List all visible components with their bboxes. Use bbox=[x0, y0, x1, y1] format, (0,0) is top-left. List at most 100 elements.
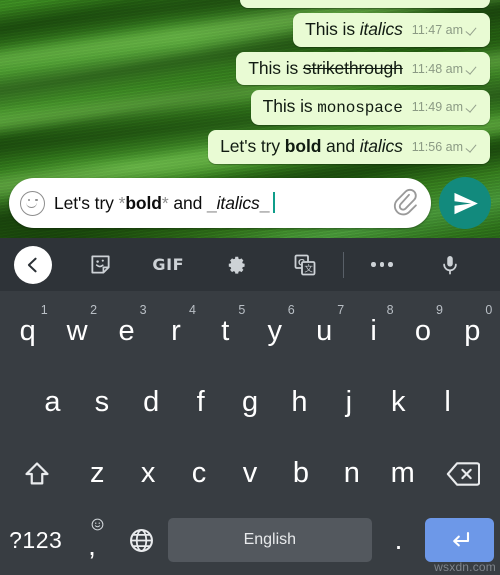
message-bubble[interactable]: This is strikethrough 11:48 am bbox=[236, 51, 490, 86]
send-icon bbox=[453, 192, 478, 214]
key-label: y bbox=[267, 315, 282, 347]
smiley-icon[interactable] bbox=[20, 190, 45, 216]
message-timestamp: 11:56 am bbox=[411, 140, 463, 155]
key-q[interactable]: 1q bbox=[3, 296, 52, 367]
key-label: p bbox=[464, 315, 481, 347]
key-label: r bbox=[171, 315, 181, 347]
message-timestamp: 11:48 am bbox=[411, 61, 463, 76]
input-segment: * bbox=[161, 193, 169, 213]
symbols-key[interactable]: ?123 bbox=[6, 509, 65, 571]
message-bubble[interactable]: This is monospace 11:49 am bbox=[250, 90, 490, 126]
key-number-hint: 0 bbox=[485, 303, 493, 317]
key-s[interactable]: s bbox=[77, 367, 126, 438]
key-number-hint: 8 bbox=[386, 303, 394, 317]
key-b[interactable]: b bbox=[275, 438, 326, 509]
key-number-hint: 7 bbox=[337, 303, 345, 317]
key-d[interactable]: d bbox=[127, 367, 176, 438]
message-input[interactable]: Let's try *bold* and _italics_ bbox=[54, 192, 384, 214]
key-g[interactable]: g bbox=[225, 367, 274, 438]
translate-icon[interactable]: G 文 bbox=[271, 238, 339, 291]
key-y[interactable]: 6y bbox=[250, 296, 299, 367]
key-u[interactable]: 7u bbox=[299, 296, 348, 367]
message-text: This is monospace bbox=[262, 96, 403, 118]
enter-key[interactable] bbox=[425, 518, 494, 562]
key-o[interactable]: 9o bbox=[398, 296, 447, 367]
message-meta: 11:56 am bbox=[412, 140, 480, 154]
key-v[interactable]: v bbox=[225, 438, 276, 509]
key-label: q bbox=[19, 315, 36, 347]
message-meta: 11:48 am bbox=[412, 62, 480, 76]
microphone-icon[interactable] bbox=[416, 238, 484, 291]
key-l[interactable]: l bbox=[423, 367, 472, 438]
gif-button[interactable]: GIF bbox=[134, 238, 202, 291]
overflow-menu-icon[interactable] bbox=[348, 238, 416, 291]
key-h[interactable]: h bbox=[275, 367, 324, 438]
key-c[interactable]: c bbox=[174, 438, 225, 509]
gear-icon[interactable] bbox=[202, 238, 270, 291]
input-segment: Let's try bbox=[54, 193, 119, 213]
key-label: o bbox=[414, 315, 432, 347]
keyboard-row-qwerty: 1q2w3e4r5t6y7u8i9o0p bbox=[0, 296, 500, 367]
message-bubble[interactable] bbox=[240, 0, 490, 8]
paperclip-icon[interactable] bbox=[393, 188, 419, 218]
key-n[interactable]: n bbox=[326, 438, 377, 509]
key-a[interactable]: a bbox=[28, 367, 77, 438]
globe-icon bbox=[129, 528, 153, 552]
message-text: Let's try bold and italics bbox=[220, 136, 403, 157]
key-m[interactable]: m bbox=[377, 438, 428, 509]
shift-icon bbox=[25, 461, 49, 484]
key-k[interactable]: k bbox=[374, 367, 423, 438]
key-x[interactable]: x bbox=[123, 438, 174, 509]
message-meta: 11:47 am bbox=[412, 23, 480, 37]
sticker-icon[interactable] bbox=[66, 238, 134, 291]
phone-screen: This is italics 11:47 am This is strikethr… bbox=[0, 0, 500, 575]
key-p[interactable]: 0p bbox=[448, 296, 497, 367]
key-number-hint: 2 bbox=[90, 303, 98, 317]
message-timestamp: 11:47 am bbox=[411, 23, 463, 37]
send-button[interactable] bbox=[439, 177, 491, 229]
chevron-left-icon[interactable] bbox=[14, 245, 52, 284]
gif-label: GIF bbox=[152, 255, 185, 274]
keyboard-rows: 1q2w3e4r5t6y7u8i9o0p asdfghjkl zxcvbnm ?… bbox=[0, 291, 500, 571]
key-t[interactable]: 5t bbox=[201, 296, 250, 367]
keyboard-toolbar: GIF G 文 bbox=[0, 238, 500, 291]
key-e[interactable]: 3e bbox=[102, 296, 151, 367]
backspace-icon bbox=[446, 461, 480, 486]
input-segment: bold bbox=[125, 193, 162, 213]
key-w[interactable]: 2w bbox=[52, 296, 101, 367]
input-segment: italics bbox=[216, 193, 260, 213]
key-r[interactable]: 4r bbox=[151, 296, 200, 367]
message-bubble[interactable]: This is italics 11:47 am bbox=[293, 13, 490, 47]
key-f[interactable]: f bbox=[176, 367, 225, 438]
message-list: This is italics 11:47 am This is strikethr… bbox=[208, 0, 490, 164]
backspace-key[interactable] bbox=[428, 438, 497, 509]
period-key[interactable]: . bbox=[376, 509, 421, 571]
single-check-icon bbox=[467, 102, 480, 112]
keyboard-row-home: asdfghjkl bbox=[0, 367, 500, 438]
text-caret bbox=[273, 192, 276, 213]
key-z[interactable]: z bbox=[72, 438, 123, 509]
key-number-hint: 3 bbox=[139, 303, 147, 317]
key-label: w bbox=[66, 315, 88, 347]
key-number-hint: 6 bbox=[287, 303, 295, 317]
single-check-icon bbox=[467, 142, 480, 152]
message-bubble[interactable]: Let's try bold and italics 11:56 am bbox=[208, 130, 490, 164]
space-key[interactable]: English bbox=[167, 518, 372, 562]
message-meta: 11:49 am bbox=[412, 100, 480, 114]
keyboard-row-zxcv: zxcvbnm bbox=[0, 438, 500, 509]
single-check-icon bbox=[467, 25, 480, 35]
key-i[interactable]: 8i bbox=[349, 296, 398, 367]
composer-bar: Let's try *bold* and _italics_ bbox=[0, 172, 500, 234]
key-label: i bbox=[370, 315, 377, 347]
comma-key[interactable]: , bbox=[69, 509, 114, 571]
shift-key[interactable] bbox=[3, 438, 72, 509]
language-key[interactable] bbox=[119, 509, 164, 571]
enter-icon bbox=[452, 531, 469, 547]
key-number-hint: 5 bbox=[238, 303, 246, 317]
message-input-pill[interactable]: Let's try *bold* and _italics_ bbox=[9, 178, 431, 228]
virtual-keyboard: GIF G 文 bbox=[0, 238, 500, 575]
message-text: This is strikethrough bbox=[248, 57, 403, 78]
svg-text:文: 文 bbox=[304, 263, 313, 273]
key-j[interactable]: j bbox=[324, 367, 373, 438]
message-text: This is italics bbox=[305, 19, 403, 39]
